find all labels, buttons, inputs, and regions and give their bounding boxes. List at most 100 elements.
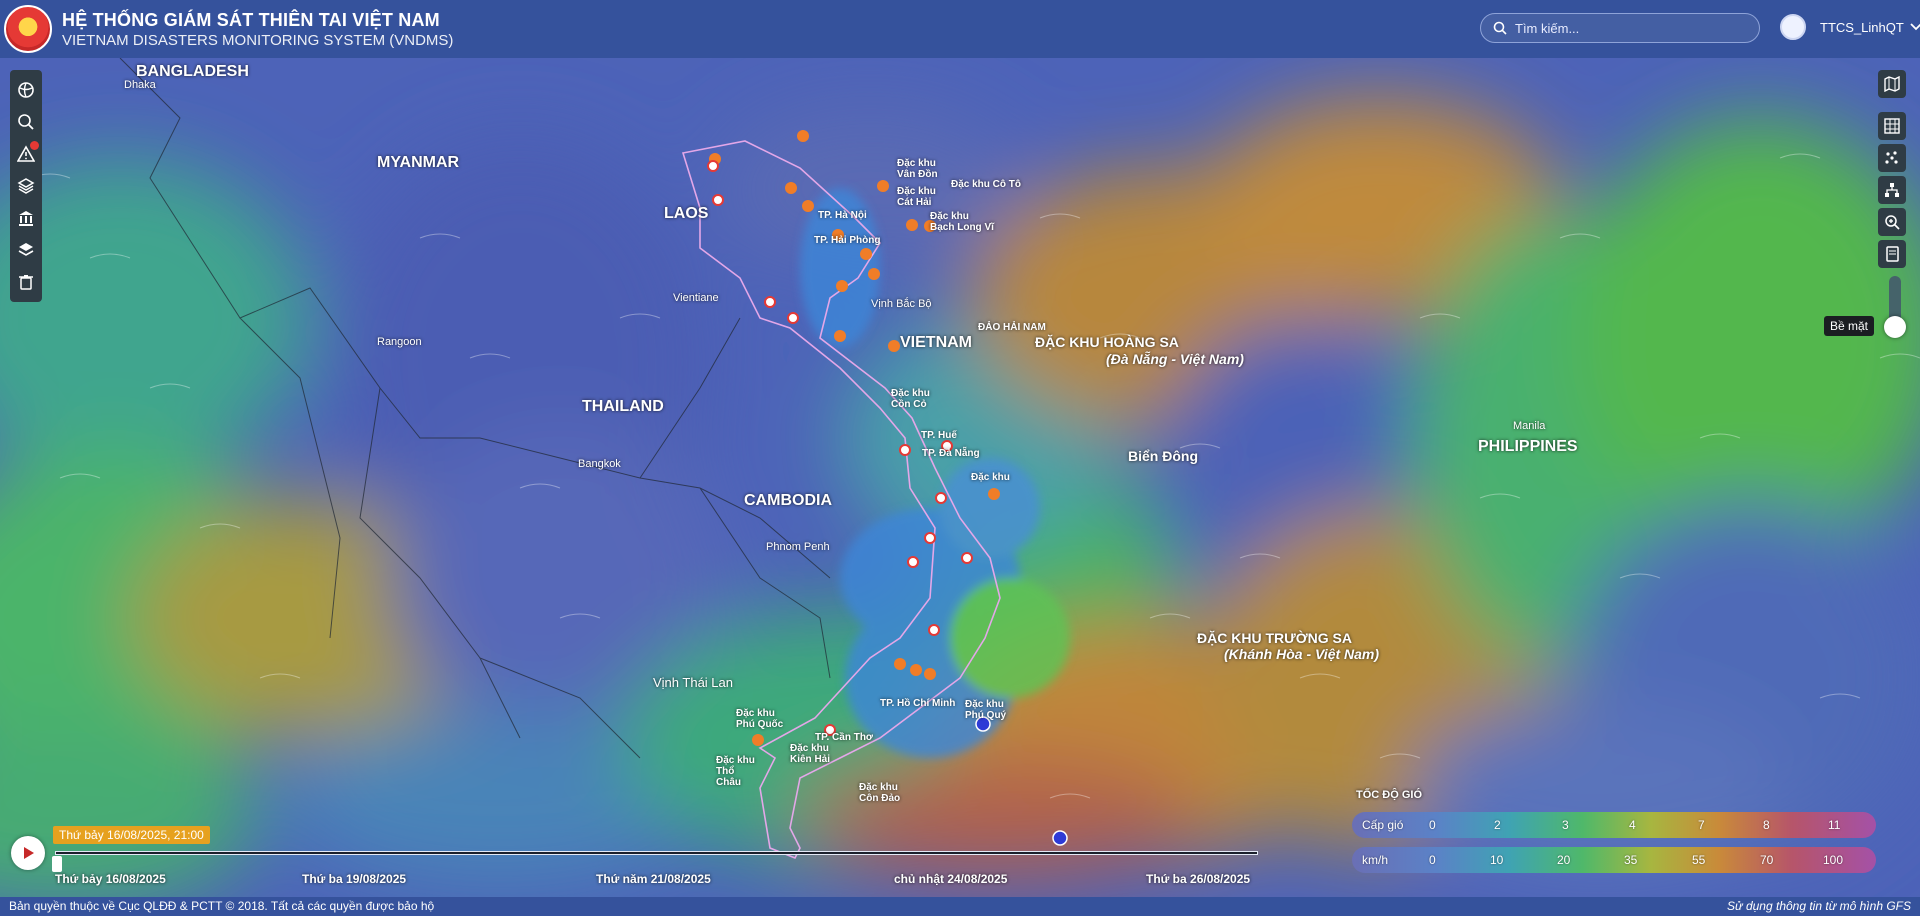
label-can-tho: TP. Cần Thơ	[815, 732, 874, 743]
legend-value: 0	[1429, 818, 1436, 832]
chevron-down-icon[interactable]	[1910, 23, 1920, 31]
label-kien-hai: Đặc khu Kiên Hải	[790, 743, 831, 765]
label-cambodia: CAMBODIA	[744, 492, 832, 509]
legend-value: 35	[1624, 853, 1638, 867]
label-philippines: PHILIPPINES	[1478, 438, 1578, 455]
label-bach-long-vi: Đặc khu Bạch Long Vĩ	[930, 211, 994, 233]
notes-button[interactable]	[1878, 240, 1906, 268]
app-footer: Bản quyền thuộc về Cục QLĐĐ & PCTT © 201…	[0, 897, 1920, 916]
label-vietnam: VIETNAM	[900, 334, 972, 351]
user-menu[interactable]: TTCS_LinhQT	[1780, 14, 1920, 40]
username: TTCS_LinhQT	[1820, 19, 1904, 35]
right-toolbar	[1878, 70, 1906, 268]
legend-value: 10	[1490, 853, 1504, 867]
institution-button[interactable]	[10, 202, 42, 234]
label-cat-hai: Đặc khu Cát Hải	[897, 186, 936, 208]
label-rangoon: Rangoon	[377, 336, 422, 348]
label-tho-chau: Đặc khu Thổ Châu	[716, 755, 755, 788]
avatar[interactable]	[1780, 14, 1806, 40]
play-button[interactable]	[11, 836, 45, 870]
search-map-button[interactable]	[10, 106, 42, 138]
map-icon	[1884, 76, 1900, 92]
timeline-tick-3[interactable]: Thứ năm 21/08/2025	[596, 872, 711, 886]
legend-value: 2	[1494, 818, 1501, 832]
label-hoang-sa: ĐẶC KHU HOÀNG SA	[1035, 334, 1179, 350]
layers-button[interactable]	[10, 170, 42, 202]
timeline-tick-1[interactable]: Thứ bảy 16/08/2025	[55, 872, 166, 886]
book-icon	[1886, 246, 1899, 262]
label-hcm: TP. Hồ Chí Minh	[880, 698, 956, 709]
stack-layers-button[interactable]	[10, 234, 42, 266]
search-input[interactable]	[1515, 20, 1745, 36]
timeline-tick-5[interactable]: Thứ ba 26/08/2025	[1146, 872, 1250, 886]
map-view-button[interactable]	[1878, 70, 1906, 98]
label-manila: Manila	[1513, 420, 1546, 432]
label-vinh-thai-lan: Vịnh Thái Lan	[653, 675, 733, 690]
label-phu-quy: Đặc khu Phú Quý	[965, 699, 1007, 721]
warnings-button[interactable]	[10, 138, 42, 170]
timeline-tick-4[interactable]: chủ nhật 24/08/2025	[894, 872, 1007, 886]
label-van-don: Đặc khu Vân Đồn	[897, 158, 938, 180]
label-laos: LAOS	[664, 205, 709, 222]
search-icon	[1493, 21, 1507, 35]
label-ha-noi: TP. Hà Nội	[818, 210, 867, 221]
legend-value: 55	[1692, 853, 1706, 867]
label-thailand: THAILAND	[582, 398, 664, 415]
label-dhaka: Dhaka	[124, 79, 156, 91]
current-time-tag: Thứ bảy 16/08/2025, 21:00	[53, 826, 210, 844]
left-toolbar	[10, 70, 42, 302]
label-hue: TP. Huế	[921, 430, 957, 441]
altitude-slider-handle[interactable]	[1884, 316, 1906, 338]
globe-icon	[18, 82, 34, 98]
timeline-track[interactable]	[55, 851, 1258, 855]
dots-icon	[1885, 151, 1898, 164]
label-truong-sa-sub: (Khánh Hòa - Việt Nam)	[1224, 646, 1380, 662]
zoom-button[interactable]	[1878, 208, 1906, 236]
legend-value: 3	[1562, 818, 1569, 832]
label-con-dao: Đặc khu Côn Đảo	[859, 782, 901, 804]
legend-unit-scale: Cấp gió	[1362, 818, 1404, 832]
timeline-handle[interactable]	[52, 856, 62, 872]
vndms-logo[interactable]	[4, 5, 52, 53]
app-subtitle: VIETNAM DISASTERS MONITORING SYSTEM (VND…	[62, 31, 454, 49]
bank-icon	[19, 211, 33, 226]
label-hoang-sa-sub: (Đà Nẵng - Việt Nam)	[1106, 351, 1244, 367]
scatter-button[interactable]	[1878, 144, 1906, 172]
stack-icon	[18, 243, 34, 256]
label-da-nang: TP. Đà Nẵng	[922, 448, 980, 459]
app-titles: HỆ THỐNG GIÁM SÁT THIÊN TAI VIỆT NAM VIE…	[62, 10, 453, 49]
trash-icon	[19, 275, 33, 290]
wind-map[interactable]: BANGLADESH Dhaka MYANMAR LAOS Vientiane …	[0, 58, 1920, 897]
legend-value: 0	[1429, 853, 1436, 867]
network-button[interactable]	[1878, 176, 1906, 204]
label-phu-quoc: Đặc khu Phú Quốc	[736, 708, 784, 730]
legend-value: 7	[1698, 818, 1705, 832]
zoom-in-icon	[1885, 215, 1900, 230]
altitude-level-label: Bề mặt	[1824, 316, 1875, 336]
label-dao-hai-nam: ĐẢO HẢI NAM	[978, 322, 1046, 333]
label-co-to: Đặc khu Cô Tô	[951, 179, 1022, 190]
app-header: HỆ THỐNG GIÁM SÁT THIÊN TAI VIỆT NAM VIE…	[0, 0, 1920, 58]
search-box[interactable]	[1480, 13, 1760, 43]
label-vientiane: Vientiane	[673, 292, 719, 304]
label-phnom-penh: Phnom Penh	[766, 541, 830, 553]
legend-unit-kmh: km/h	[1362, 853, 1389, 867]
label-bien-dong: Biển Đông	[1128, 448, 1198, 464]
app-title: HỆ THỐNG GIÁM SÁT THIÊN TAI VIỆT NAM	[62, 9, 440, 30]
label-ly-son: Đặc khu	[971, 472, 1010, 483]
timeline-tick-2[interactable]: Thứ ba 19/08/2025	[302, 872, 406, 886]
label-truong-sa: ĐẶC KHU TRƯỜNG SA	[1197, 630, 1352, 646]
network-icon	[1885, 183, 1899, 197]
legend-value: 8	[1763, 818, 1770, 832]
label-vinh-bac-bo: Vịnh Bắc Bộ	[871, 298, 932, 310]
label-hai-phong: TP. Hải Phòng	[814, 235, 881, 246]
grid-map-icon	[1884, 118, 1900, 134]
clear-button[interactable]	[10, 266, 42, 298]
layers-icon	[17, 178, 35, 194]
basemap-button[interactable]	[10, 74, 42, 106]
notification-dot	[30, 141, 39, 150]
grid-map-button[interactable]	[1878, 112, 1906, 140]
wind-legend-title: TỐC ĐỘ GIÓ	[1356, 789, 1422, 801]
legend-value: 11	[1828, 818, 1841, 832]
legend-value: 4	[1629, 818, 1636, 832]
